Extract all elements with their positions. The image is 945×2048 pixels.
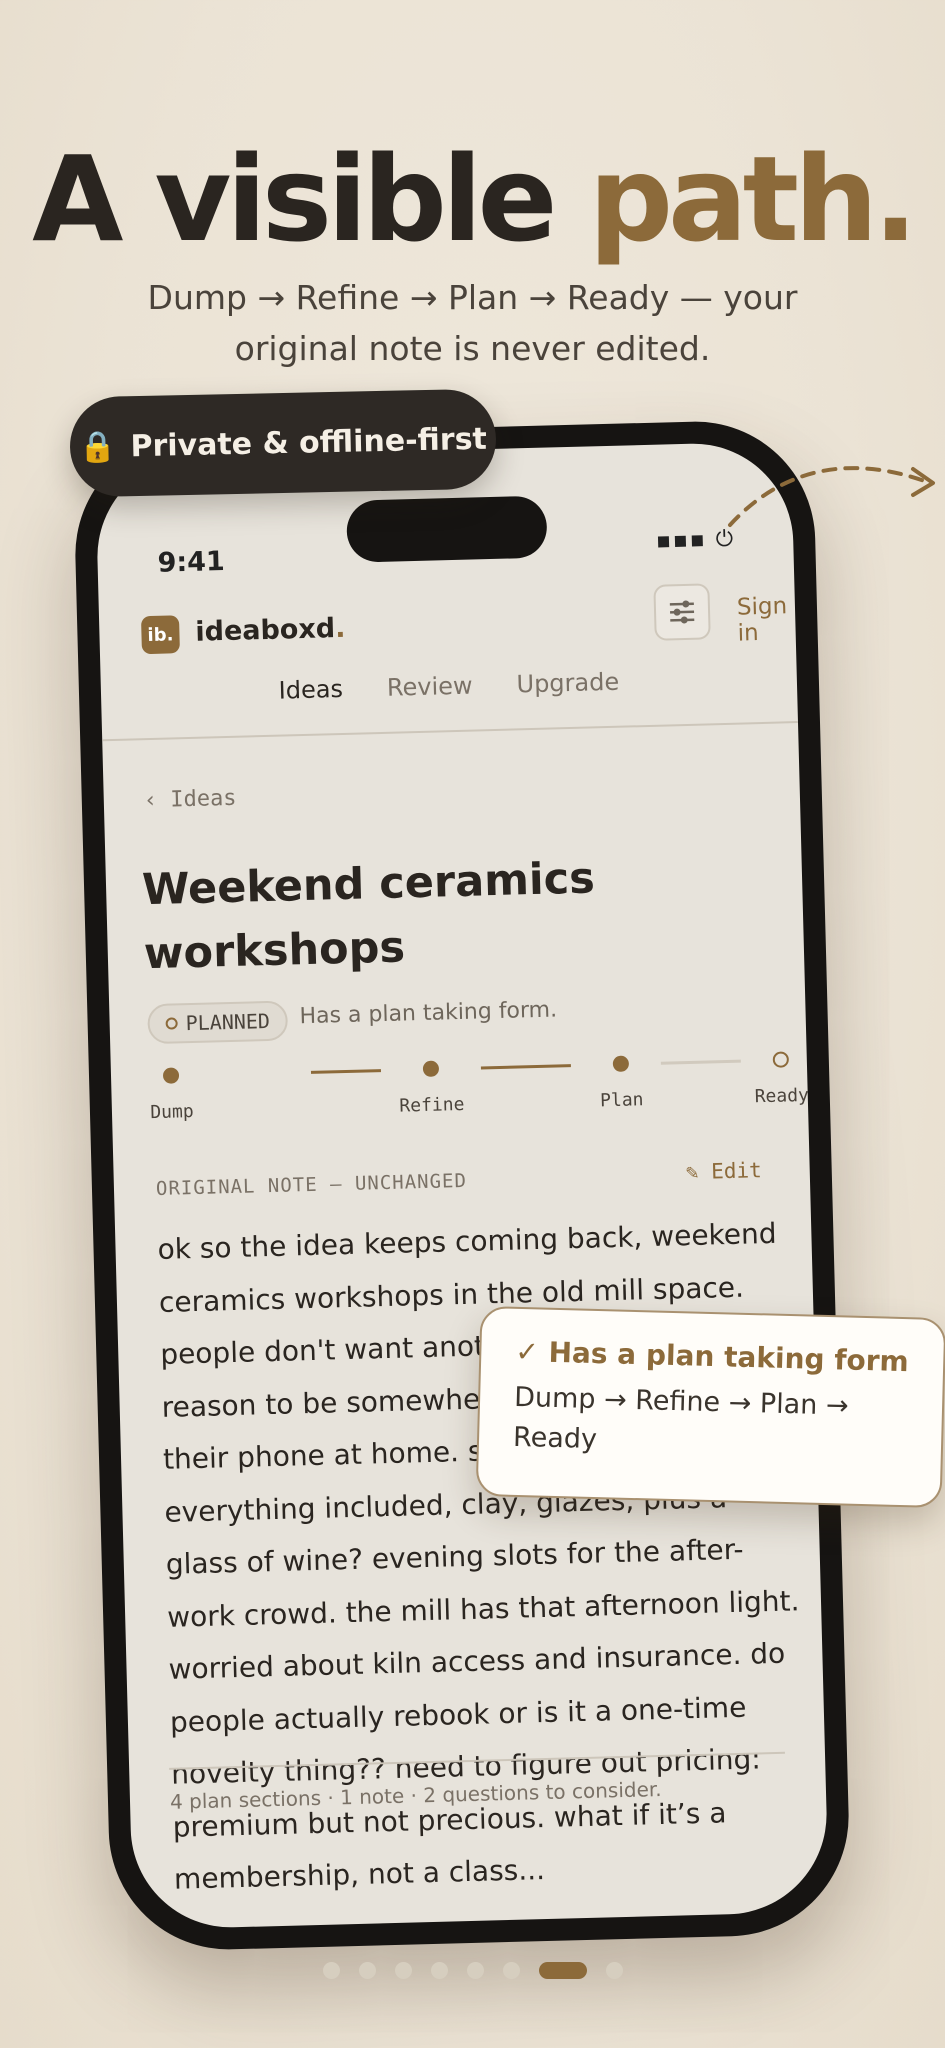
step-node (612, 1055, 630, 1073)
progress-segment-2 (480, 1064, 571, 1070)
status-icons: ▪▪▪ ⏻ (655, 526, 736, 554)
hero-headline: A visible path. (0, 130, 945, 268)
edit-button[interactable]: ✎ Edit (686, 1158, 762, 1184)
hero-subhead: Dump → Refine → Plan → Ready — your orig… (147, 278, 798, 368)
progress-track: Dump Refine Plan Ready (150, 1051, 809, 1148)
page-dot-active[interactable] (538, 1962, 587, 1979)
step-label: Dump (150, 1101, 194, 1124)
plan-callout-card: ✓ Has a plan taking form Dump → Refine →… (475, 1305, 945, 1509)
page-indicator (0, 1962, 945, 1979)
page-dot[interactable] (605, 1962, 623, 1979)
progress-segment-3 (660, 1059, 741, 1065)
page-dot[interactable] (502, 1962, 520, 1979)
phone-frame: 9:41 ▪▪▪ ⏻ ib. ideaboxd. Sign in Ideas R… (72, 418, 852, 1953)
lock-icon: 🔒 (78, 428, 117, 465)
page-dot[interactable] (322, 1962, 340, 1979)
step-refine: Refine (381, 1059, 482, 1117)
header-divider (102, 721, 799, 742)
dashed-arrow-decoration (728, 466, 935, 527)
app-name-dot: . (334, 612, 346, 645)
phone-screen: 9:41 ▪▪▪ ⏻ ib. ideaboxd. Sign in Ideas R… (94, 441, 830, 1930)
status-badge: PLANNED (147, 1000, 289, 1045)
step-node (162, 1067, 180, 1084)
sign-in-link[interactable]: Sign in (737, 593, 796, 646)
status-note: Has a plan taking form. (299, 997, 558, 1030)
status-time: 9:41 (157, 546, 226, 579)
step-dump: Dump (121, 1066, 222, 1124)
step-label: Plan (599, 1089, 644, 1112)
privacy-badge: 🔒 Private & offline-first (68, 388, 498, 498)
main-nav: Ideas Review Upgrade (101, 663, 797, 709)
app-name: ideaboxd (195, 613, 336, 648)
phone-mockup: 9:41 ▪▪▪ ⏻ ib. ideaboxd. Sign in Ideas R… (72, 418, 852, 1953)
privacy-badge-label: Private & offline-first (130, 421, 488, 464)
sliders-icon (669, 600, 695, 624)
tab-review[interactable]: Review (387, 672, 473, 702)
step-node (422, 1060, 440, 1077)
callout-title: ✓ Has a plan taking form (514, 1334, 910, 1379)
step-ready: Ready (731, 1050, 830, 1108)
original-note-label: ORIGINAL NOTE — UNCHANGED (155, 1169, 468, 1201)
page-dot[interactable] (430, 1962, 448, 1979)
progress-segment-1 (310, 1069, 382, 1074)
headline-main: A visible (32, 130, 557, 268)
app-logo-mark[interactable]: ib. (140, 615, 180, 655)
page-dot[interactable] (394, 1962, 412, 1979)
idea-title: Weekend ceramics workshops (141, 853, 596, 980)
page-dot[interactable] (466, 1962, 484, 1979)
step-node-empty (772, 1051, 790, 1068)
tab-ideas[interactable]: Ideas (278, 675, 343, 705)
status-ring-icon (165, 1017, 178, 1030)
headline-accent: path. (588, 130, 918, 268)
status-badge-label: PLANNED (185, 1008, 271, 1036)
page-dot[interactable] (358, 1962, 376, 1979)
app-logo-text[interactable]: ideaboxd. (195, 613, 346, 648)
filter-button[interactable] (653, 583, 711, 641)
callout-body: Dump → Refine → Plan → Ready (512, 1381, 849, 1456)
dynamic-island (346, 495, 548, 563)
back-link[interactable]: ‹ Ideas (143, 786, 236, 813)
tab-upgrade[interactable]: Upgrade (516, 668, 619, 699)
step-plan: Plan (571, 1054, 672, 1112)
step-label: Ready (754, 1084, 810, 1108)
step-label: Refine (399, 1093, 465, 1117)
